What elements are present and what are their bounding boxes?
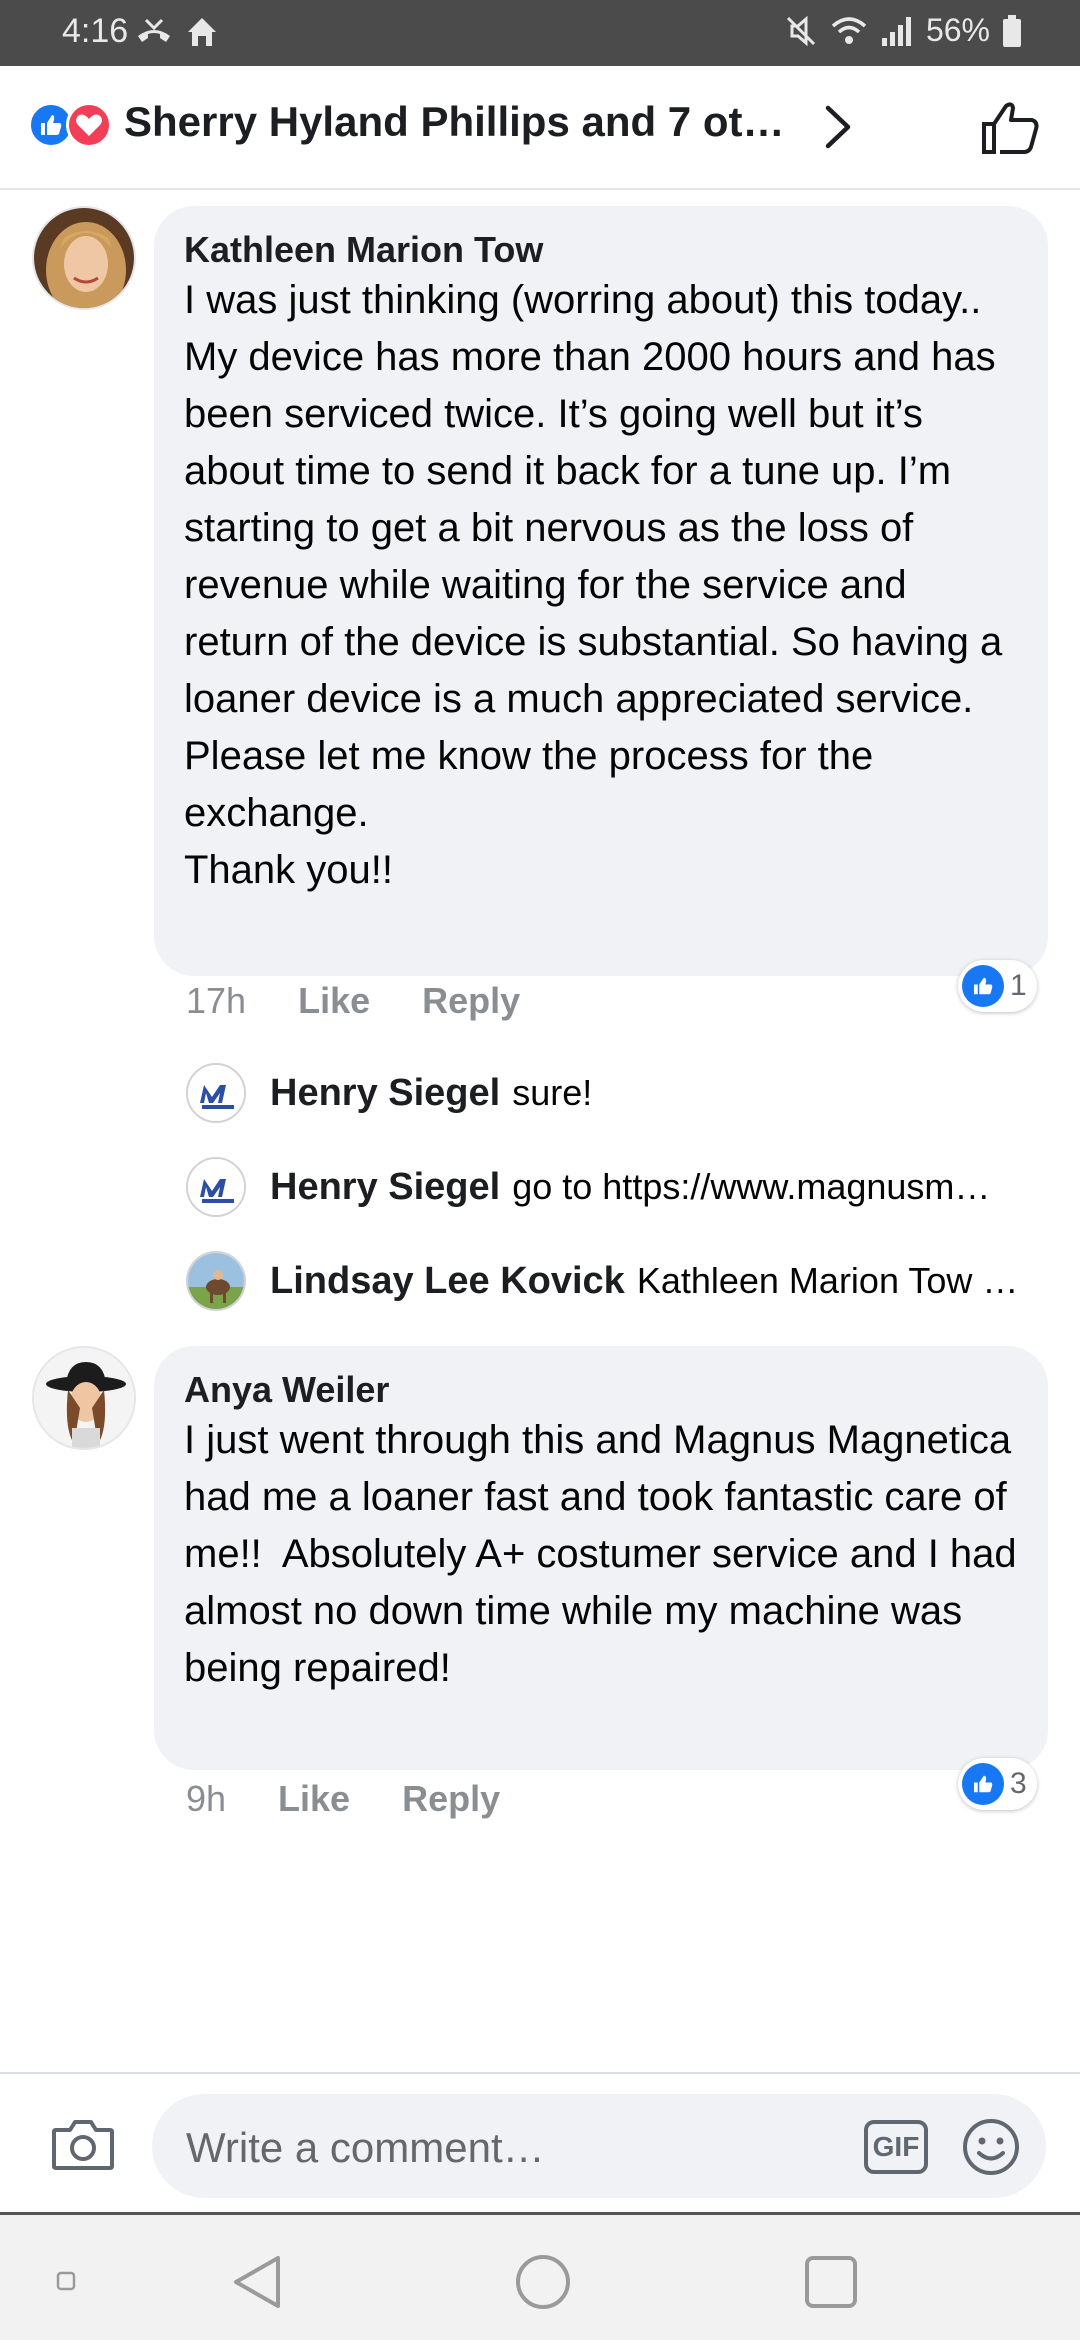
reply-item[interactable]: Henry Siegel sure! <box>186 1062 1046 1124</box>
chevron-right-icon[interactable] <box>820 104 856 150</box>
battery-icon <box>1003 14 1021 47</box>
comment-text: I was just thinking (worring about) this… <box>184 278 1003 892</box>
like-button[interactable]: Like <box>278 1778 350 1820</box>
reply-author[interactable]: Lindsay Lee Kovick <box>270 1260 625 1303</box>
battery-percent: 56% <box>925 12 990 48</box>
reply-button[interactable]: Reply <box>402 1778 500 1820</box>
wifi-icon <box>831 16 867 44</box>
love-icon <box>66 102 112 148</box>
system-nav-bar <box>0 2212 1080 2340</box>
reply-item[interactable]: Lindsay Lee Kovick Kathleen Marion Tow … <box>186 1250 1046 1312</box>
reply-text: go to https://www.magnusm… <box>512 1166 991 1207</box>
reply-text: Kathleen Marion Tow … <box>636 1260 1019 1301</box>
like-icon <box>962 965 1004 1007</box>
reply-item[interactable]: Henry Siegel go to https://www.magnusm… <box>186 1156 1046 1218</box>
comment-text: I just went through this and Magnus Magn… <box>184 1418 1028 1690</box>
reaction-count-badge[interactable]: 1 <box>958 960 1037 1012</box>
reply-text: sure! <box>512 1072 593 1113</box>
mute-icon <box>786 15 816 46</box>
reactions-header[interactable]: Sherry Hyland Phillips and 7 ot… <box>0 66 1080 190</box>
like-icon <box>962 1763 1004 1805</box>
comment-bubble-anya[interactable]: Anya Weiler I just went through this and… <box>154 1346 1048 1770</box>
emoji-icon[interactable] <box>960 2116 1022 2178</box>
avatar-henry[interactable] <box>186 1157 246 1217</box>
home-status-icon <box>188 18 216 46</box>
comment-actions: 9h Like Reply <box>186 1778 500 1820</box>
reaction-summary[interactable] <box>28 102 116 150</box>
missed-call-icon <box>138 18 170 42</box>
reaction-count: 3 <box>1010 1767 1027 1800</box>
nav-dot-icon <box>56 2271 76 2291</box>
avatar-henry[interactable] <box>186 1063 246 1123</box>
status-bar: 4:16 56% <box>0 0 1080 66</box>
comment-placeholder[interactable]: Write a comment… <box>186 2124 545 2172</box>
nav-home-icon[interactable] <box>514 2253 572 2311</box>
like-button[interactable]: Like <box>298 980 370 1022</box>
reply-author[interactable]: Henry Siegel <box>270 1072 500 1115</box>
comment-actions: 17h Like Reply <box>186 980 520 1022</box>
reactors-title[interactable]: Sherry Hyland Phillips and 7 ot… <box>124 98 784 146</box>
signal-icon <box>881 16 911 46</box>
reply-button[interactable]: Reply <box>422 980 520 1022</box>
thumbs-up-icon[interactable] <box>980 98 1042 156</box>
avatar-lindsay[interactable] <box>186 1251 246 1311</box>
comment-time[interactable]: 9h <box>186 1778 226 1820</box>
comment-time[interactable]: 17h <box>186 980 246 1022</box>
avatar-kathleen[interactable] <box>32 206 136 310</box>
comment-bubble-kathleen[interactable]: Kathleen Marion Tow I was just thinking … <box>154 206 1048 976</box>
comment-author[interactable]: Anya Weiler <box>184 1368 1018 1412</box>
gif-icon[interactable]: GIF <box>864 2120 928 2174</box>
nav-recents-icon[interactable] <box>802 2253 860 2311</box>
reaction-count-badge[interactable]: 3 <box>958 1758 1037 1810</box>
status-time: 4:16 <box>62 12 129 50</box>
avatar-anya[interactable] <box>32 1346 136 1450</box>
comment-composer: Write a comment… GIF <box>0 2072 1080 2212</box>
nav-back-icon[interactable] <box>230 2253 286 2311</box>
reply-author[interactable]: Henry Siegel <box>270 1166 500 1209</box>
comment-input[interactable]: Write a comment… GIF <box>152 2094 1046 2198</box>
reaction-count: 1 <box>1010 969 1027 1002</box>
camera-icon[interactable] <box>50 2114 116 2174</box>
comment-author[interactable]: Kathleen Marion Tow <box>184 228 1018 272</box>
